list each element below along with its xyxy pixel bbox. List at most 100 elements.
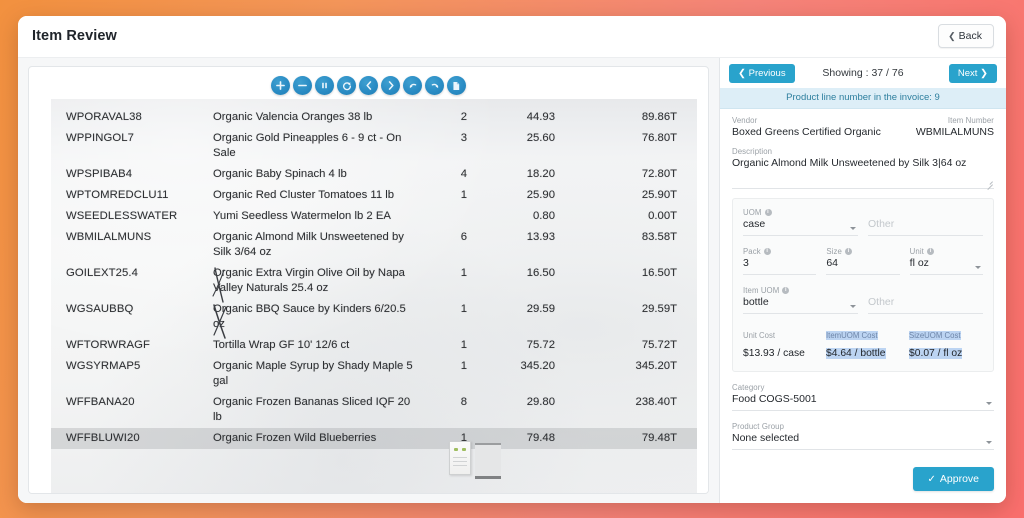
unit-label: Unit i (910, 247, 983, 256)
unit-select[interactable]: fl oz (909, 257, 983, 275)
header-fields: Vendor Boxed Greens Certified Organic It… (720, 109, 1006, 189)
product-group-field: Product Group None selected (732, 422, 994, 450)
table-row: WFFBLUWI20 Organic Frozen Wild Blueberri… (51, 428, 697, 449)
scan-artifact-note (449, 441, 471, 475)
row-ext: 72.80T (641, 168, 677, 180)
item-uom-cost-value: $4.64 / bottle (826, 348, 886, 359)
unit-cost-label: Unit Cost (743, 331, 776, 340)
row-ext: 76.80T (641, 132, 677, 144)
approve-button-label: Approve (939, 473, 979, 485)
item-uom-other-placeholder: Other (868, 296, 895, 308)
chevron-down-icon (850, 227, 856, 230)
uom-field: UOM i case (743, 208, 858, 236)
row-qty: 1 (460, 360, 467, 372)
category-value: Food COGS-5001 (732, 393, 817, 405)
product-line-banner: Product line number in the invoice: 9 (720, 88, 1006, 109)
chevron-down-icon (986, 441, 992, 444)
zoom-in-icon[interactable] (271, 76, 290, 95)
redo-icon[interactable] (425, 76, 444, 95)
next-button-label: Next (957, 68, 978, 79)
pause-icon[interactable] (315, 76, 334, 95)
table-row: WGSAUBBQ Organic BBQ Sauce by Kinders 6/… (51, 299, 697, 339)
row-desc: Organic BBQ Sauce by Kinders 6/20.5 oz (213, 303, 406, 330)
row-price: 75.72 (526, 339, 555, 351)
row-qty: 2 (460, 111, 467, 123)
row-sku: WFTORWRAGF (66, 339, 151, 351)
pack-value: 3 (743, 257, 749, 269)
page-title: Item Review (32, 28, 117, 44)
row-qty: 8 (460, 396, 467, 408)
table-row: WSEEDLESSWATER Yumi Seedless Watermelon … (51, 206, 697, 227)
category-select[interactable]: Food COGS-5001 (732, 393, 994, 411)
scan-artifact-block (475, 443, 501, 479)
scan-paper-surface: WPORAVAL38 Organic Valencia Oranges 38 l… (51, 99, 697, 493)
check-icon: ✓ (927, 474, 936, 485)
row-sku: WPORAVAL38 (66, 111, 142, 123)
zoom-out-icon[interactable] (293, 76, 312, 95)
info-icon[interactable]: i (844, 248, 852, 255)
row-desc: Organic Frozen Wild Blueberries (213, 432, 377, 444)
rotate-icon[interactable] (337, 76, 356, 95)
product-group-select[interactable]: None selected (732, 432, 994, 450)
pagination-row: ❮ Previous Showing : 37 / 76 Next ❯ (720, 58, 1006, 88)
cost-summary-row: Unit Cost $13.93 / case ItemUOM Cost $4.… (743, 325, 983, 361)
item-uom-other-field: Other (868, 286, 983, 314)
row-qty: 3 (460, 132, 467, 144)
product-group-label: Product Group (732, 422, 785, 431)
previous-page-icon[interactable] (359, 76, 378, 95)
textarea-resize-handle[interactable] (986, 178, 993, 185)
uom-other-input[interactable]: Other (868, 218, 983, 236)
pack-input[interactable]: 3 (743, 257, 817, 275)
row-sku: WFFBANA20 (66, 396, 135, 408)
document-viewer-column: WPORAVAL38 Organic Valencia Oranges 38 l… (18, 58, 719, 503)
document-copy-icon[interactable] (447, 76, 466, 95)
document-viewer-card: WPORAVAL38 Organic Valencia Oranges 38 l… (28, 66, 709, 494)
row-ext: 25.90T (641, 189, 677, 201)
row-price: 345.20 (520, 360, 555, 372)
description-field[interactable]: Description Organic Almond Milk Unsweete… (732, 147, 994, 189)
scanned-invoice-page[interactable]: WPORAVAL38 Organic Valencia Oranges 38 l… (29, 99, 708, 493)
row-desc: Yumi Seedless Watermelon lb 2 EA (213, 210, 391, 222)
undo-icon[interactable] (403, 76, 422, 95)
back-button[interactable]: ❮ Back (938, 24, 994, 48)
row-ext: 89.86T (641, 111, 677, 123)
size-uom-cost-value: $0.07 / fl oz (909, 348, 963, 359)
item-uom-other-input[interactable]: Other (868, 296, 983, 314)
chevron-left-icon: ❮ (948, 31, 956, 41)
row-qty: 4 (460, 168, 467, 180)
approve-button[interactable]: ✓ Approve (912, 467, 994, 491)
uom-value: case (743, 218, 766, 230)
pack-field: Pack i 3 (743, 247, 817, 275)
app-window: Item Review ❮ Back WPORAVAL38 Organic Va… (18, 16, 1006, 503)
row-desc: Organic Valencia Oranges 38 lb (213, 111, 373, 123)
info-icon[interactable]: i (763, 248, 771, 255)
row-ext: 75.72T (641, 339, 677, 351)
next-button[interactable]: Next ❯ (948, 64, 997, 83)
info-icon[interactable]: i (926, 248, 934, 255)
next-page-icon[interactable] (381, 76, 400, 95)
item-detail-panel: ❮ Previous Showing : 37 / 76 Next ❯ Prod… (719, 58, 1006, 503)
table-row: GOILEXT25.4 Organic Extra Virgin Olive O… (51, 263, 697, 303)
size-input[interactable]: 64 (826, 257, 900, 275)
row-desc: Organic Baby Spinach 4 lb (213, 168, 347, 180)
info-icon[interactable]: i (764, 209, 772, 216)
item-number-label: Item Number (947, 116, 994, 125)
unit-cost-value: $13.93 / case (743, 348, 805, 359)
category-field: Category Food COGS-5001 (732, 383, 994, 411)
uom-select[interactable]: case (743, 218, 858, 236)
uom-label: UOM i (743, 208, 858, 217)
info-icon[interactable]: i (782, 287, 790, 294)
row-price: 25.60 (526, 132, 555, 144)
size-uom-cost-field: SizeUOM Cost $0.07 / fl oz (909, 325, 983, 361)
row-desc: Organic Extra Virgin Olive Oil by Napa V… (213, 267, 405, 294)
titlebar: Item Review ❮ Back (18, 16, 1006, 58)
row-qty: 1 (460, 303, 467, 315)
item-uom-label-text: Item UOM (743, 286, 780, 295)
description-value[interactable]: Organic Almond Milk Unsweetened by Silk … (732, 157, 994, 172)
table-row: WPTOMREDCLU11 Organic Red Cluster Tomato… (51, 185, 697, 206)
row-sku: GOILEXT25.4 (66, 267, 139, 279)
invoice-line-items: WPORAVAL38 Organic Valencia Oranges 38 l… (51, 99, 697, 449)
row-ext: 83.58T (641, 231, 677, 243)
table-row: WPORAVAL38 Organic Valencia Oranges 38 l… (51, 107, 697, 128)
item-uom-select[interactable]: bottle (743, 296, 858, 314)
